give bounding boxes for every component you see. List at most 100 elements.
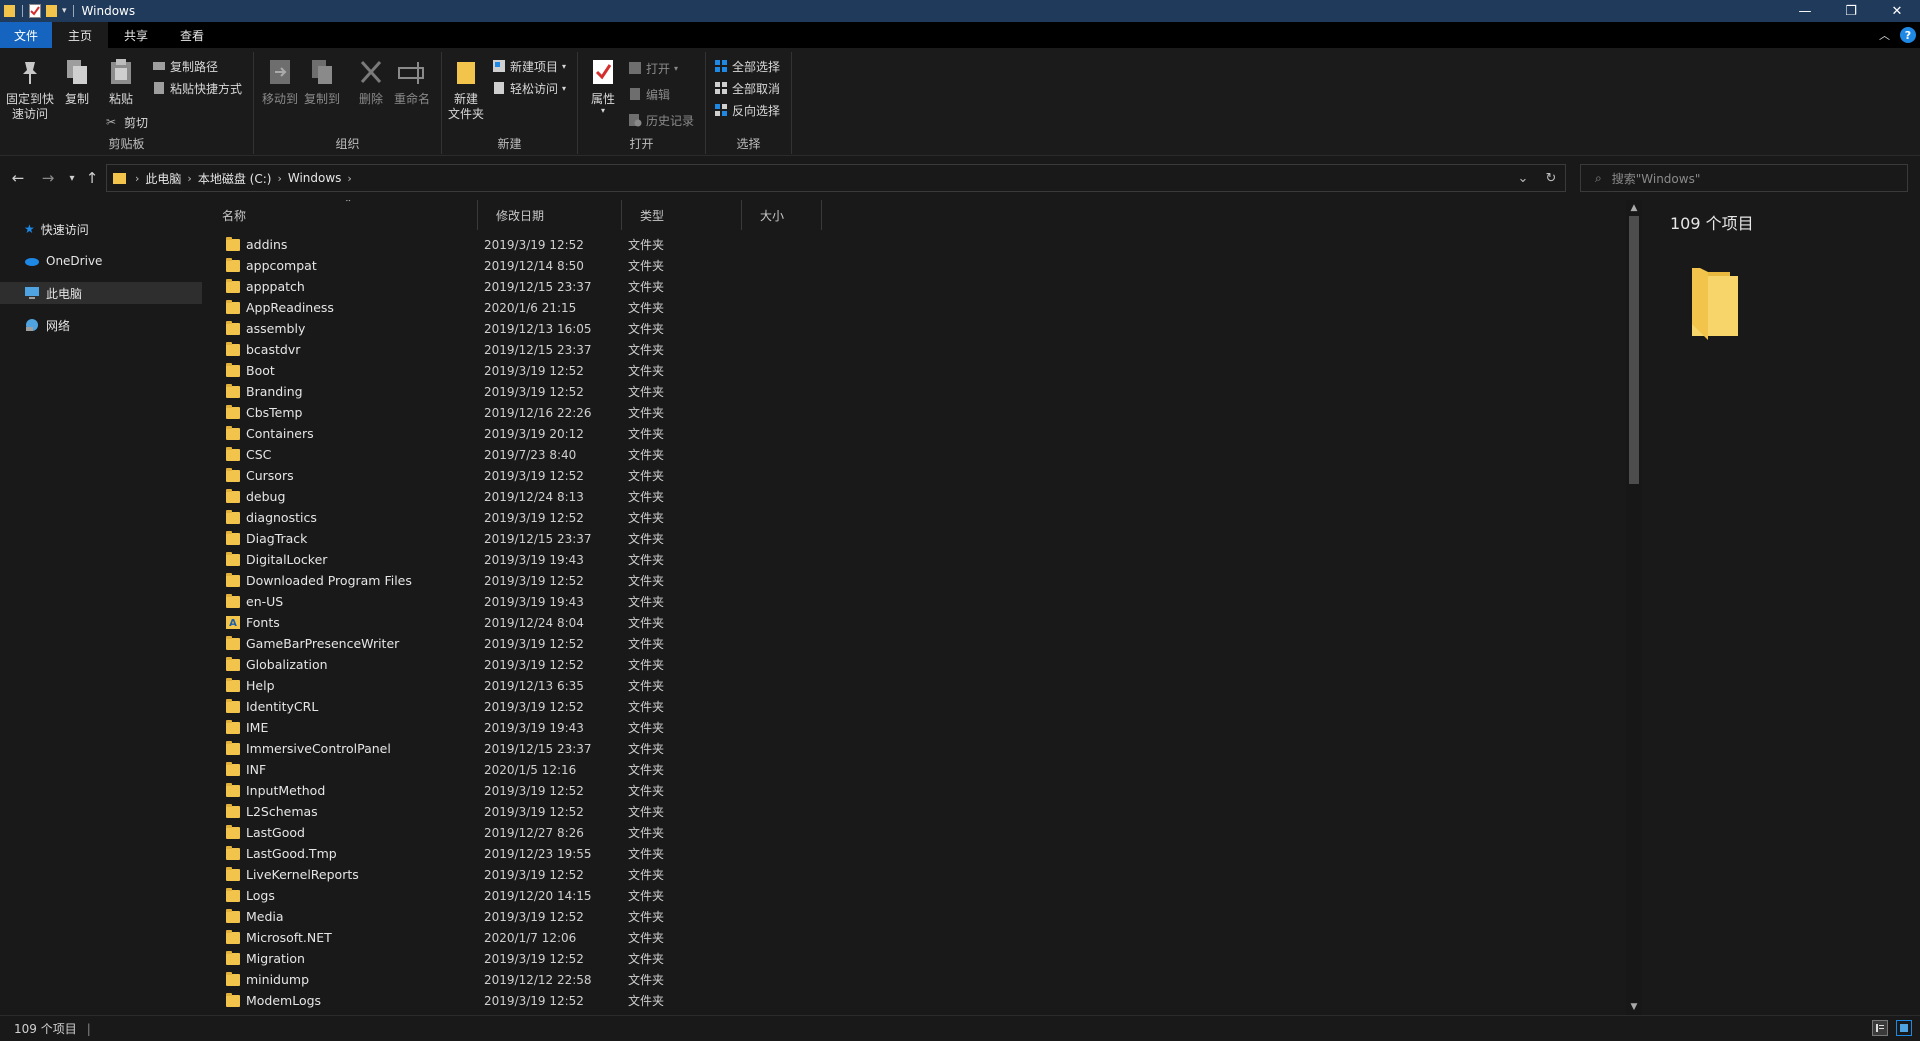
scroll-down-arrow-icon[interactable]: ▼ (1626, 999, 1642, 1015)
file-row[interactable]: LiveKernelReports 2019/3/19 12:52 文件夹 (204, 864, 1604, 885)
file-name-cell[interactable]: Containers (226, 425, 314, 441)
sidebar-item-this-pc[interactable]: 此电脑 (0, 282, 202, 304)
file-row[interactable]: CbsTemp 2019/12/16 22:26 文件夹 (204, 402, 1604, 423)
delete-button[interactable]: 删除 (356, 56, 386, 107)
breadcrumb-local-disk[interactable]: 本地磁盘 (C:) (198, 170, 272, 187)
file-row[interactable]: LastGood.Tmp 2019/12/23 19:55 文件夹 (204, 843, 1604, 864)
search-input[interactable]: ⌕ 搜索"Windows" (1580, 164, 1908, 192)
recent-locations-chevron-icon[interactable]: ▾ (62, 168, 82, 188)
file-name-cell[interactable]: IdentityCRL (226, 698, 318, 714)
file-name-cell[interactable]: DigitalLocker (226, 551, 327, 567)
file-name-cell[interactable]: addins (226, 236, 287, 252)
file-row[interactable]: Migration 2019/3/19 12:52 文件夹 (204, 948, 1604, 969)
file-row[interactable]: Downloaded Program Files 2019/3/19 12:52 文… (204, 570, 1604, 591)
breadcrumb-this-pc[interactable]: 此电脑 (145, 170, 181, 187)
properties-button[interactable]: 属性 ▾ (588, 56, 618, 115)
breadcrumb-chevron-icon[interactable]: › (347, 172, 351, 185)
file-row[interactable]: GameBarPresenceWriter 2019/3/19 12:52 文件夹 (204, 633, 1604, 654)
new-folder-icon[interactable] (46, 4, 58, 18)
sidebar-item-network[interactable]: 网络 (0, 314, 202, 336)
scrollbar-thumb[interactable] (1629, 216, 1639, 484)
file-name-cell[interactable]: Media (226, 908, 284, 924)
file-name-cell[interactable]: debug (226, 488, 285, 504)
file-name-cell[interactable]: CbsTemp (226, 404, 303, 420)
file-name-cell[interactable]: L2Schemas (226, 803, 318, 819)
file-name-cell[interactable]: A Fonts (226, 615, 280, 630)
file-row[interactable]: Media 2019/3/19 12:52 文件夹 (204, 906, 1604, 927)
breadcrumb-chevron-icon[interactable]: › (135, 172, 139, 185)
invert-selection-button[interactable]: 反向选择 (714, 100, 780, 120)
file-name-cell[interactable]: AppReadiness (226, 299, 334, 315)
file-row[interactable]: LastGood 2019/12/27 8:26 文件夹 (204, 822, 1604, 843)
file-row[interactable]: Logs 2019/12/20 14:15 文件夹 (204, 885, 1604, 906)
move-to-button[interactable]: 移动到 (262, 56, 298, 107)
minimize-button[interactable]: — (1782, 0, 1828, 22)
file-name-cell[interactable]: ImmersiveControlPanel (226, 740, 391, 756)
breadcrumb-windows[interactable]: Windows (288, 171, 342, 185)
file-row[interactable]: assembly 2019/12/13 16:05 文件夹 (204, 318, 1604, 339)
address-history-chevron-icon[interactable]: ⌄ (1509, 171, 1537, 186)
file-name-cell[interactable]: LastGood.Tmp (226, 845, 337, 861)
file-name-cell[interactable]: diagnostics (226, 509, 317, 525)
file-row[interactable]: appcompat 2019/12/14 8:50 文件夹 (204, 255, 1604, 276)
paste-button[interactable]: 粘贴 (106, 56, 136, 107)
file-name-cell[interactable]: Migration (226, 950, 305, 966)
cut-button[interactable]: ✂ 剪切 (106, 112, 148, 132)
file-row[interactable]: ImmersiveControlPanel 2019/12/15 23:37 文件夹 (204, 738, 1604, 759)
file-row[interactable]: minidump 2019/12/12 22:58 文件夹 (204, 969, 1604, 990)
file-name-cell[interactable]: Downloaded Program Files (226, 572, 412, 588)
file-row[interactable]: addins 2019/3/19 12:52 文件夹 (204, 234, 1604, 255)
file-row[interactable]: en-US 2019/3/19 19:43 文件夹 (204, 591, 1604, 612)
easy-access-button[interactable]: 轻松访问 ▾ (492, 78, 566, 98)
file-row[interactable]: Globalization 2019/3/19 12:52 文件夹 (204, 654, 1604, 675)
file-name-cell[interactable]: CSC (226, 446, 271, 462)
back-arrow-icon[interactable]: ← (8, 168, 28, 188)
file-name-cell[interactable]: appcompat (226, 257, 317, 273)
maximize-button[interactable]: ❐ (1828, 0, 1874, 22)
file-row[interactable]: Boot 2019/3/19 12:52 文件夹 (204, 360, 1604, 381)
file-name-cell[interactable]: IME (226, 719, 268, 735)
file-name-cell[interactable]: apppatch (226, 278, 305, 294)
scroll-up-arrow-icon[interactable]: ▲ (1626, 200, 1642, 216)
file-row[interactable]: IdentityCRL 2019/3/19 12:52 文件夹 (204, 696, 1604, 717)
breadcrumb-chevron-icon[interactable]: › (187, 172, 191, 185)
file-row[interactable]: CSC 2019/7/23 8:40 文件夹 (204, 444, 1604, 465)
file-name-cell[interactable]: Boot (226, 362, 275, 378)
file-row[interactable]: IME 2019/3/19 19:43 文件夹 (204, 717, 1604, 738)
file-row[interactable]: Containers 2019/3/19 20:12 文件夹 (204, 423, 1604, 444)
details-view-icon[interactable] (1872, 1020, 1888, 1036)
file-name-cell[interactable]: en-US (226, 593, 283, 609)
breadcrumb-chevron-icon[interactable]: › (277, 172, 281, 185)
tab-file[interactable]: 文件 (0, 22, 53, 48)
vertical-scrollbar[interactable]: ▲ ▼ (1626, 200, 1642, 1015)
file-row[interactable]: Branding 2019/3/19 12:52 文件夹 (204, 381, 1604, 402)
file-name-cell[interactable]: assembly (226, 320, 305, 336)
file-name-cell[interactable]: LastGood (226, 824, 305, 840)
paste-shortcut-button[interactable]: 粘贴快捷方式 (152, 78, 242, 98)
file-row[interactable]: debug 2019/12/24 8:13 文件夹 (204, 486, 1604, 507)
column-header-size[interactable]: 大小 (742, 200, 822, 230)
file-name-cell[interactable]: DiagTrack (226, 530, 307, 546)
customize-toolbar-chevron-icon[interactable]: ▾ (62, 6, 67, 16)
open-button[interactable]: 打开 ▾ (628, 58, 678, 78)
file-name-cell[interactable]: Microsoft.NET (226, 929, 332, 945)
edit-button[interactable]: 编辑 (628, 84, 670, 104)
large-icons-view-icon[interactable] (1896, 1020, 1912, 1036)
forward-arrow-icon[interactable]: → (38, 168, 58, 188)
file-name-cell[interactable]: Cursors (226, 467, 294, 483)
file-name-cell[interactable]: Help (226, 677, 275, 693)
file-name-cell[interactable]: Globalization (226, 656, 328, 672)
column-header-name[interactable]: 名称 (204, 200, 478, 230)
file-row[interactable]: diagnostics 2019/3/19 12:52 文件夹 (204, 507, 1604, 528)
file-row[interactable]: InputMethod 2019/3/19 12:52 文件夹 (204, 780, 1604, 801)
file-row[interactable]: ModemLogs 2019/3/19 12:52 文件夹 (204, 990, 1604, 1011)
file-row[interactable]: DiagTrack 2019/12/15 23:37 文件夹 (204, 528, 1604, 549)
copy-path-button[interactable]: 复制路径 (152, 56, 218, 76)
refresh-icon[interactable]: ↻ (1537, 171, 1565, 186)
file-row[interactable]: AppReadiness 2020/1/6 21:15 文件夹 (204, 297, 1604, 318)
up-arrow-icon[interactable]: ↑ (82, 168, 102, 188)
file-name-cell[interactable]: INF (226, 761, 266, 777)
tab-home[interactable]: 主页 (52, 22, 109, 48)
copy-button[interactable]: 复制 (62, 56, 92, 107)
sidebar-item-quick-access[interactable]: ★ 快速访问 (0, 218, 202, 240)
